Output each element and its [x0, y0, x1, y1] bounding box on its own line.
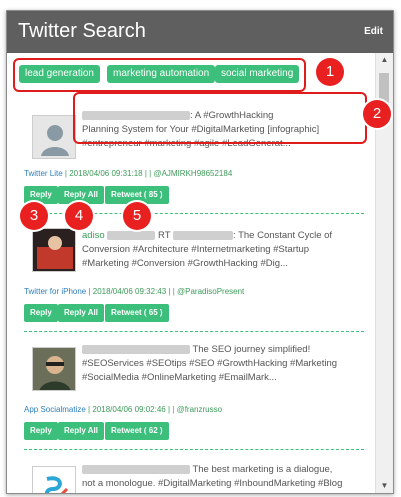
annotation-box-tags [13, 58, 306, 92]
divider [24, 331, 364, 332]
reply-all-button[interactable]: Reply All [58, 422, 104, 440]
reply-all-button[interactable]: Reply All [58, 304, 104, 322]
widget-title: Twitter Search [18, 20, 146, 42]
blurred-username [107, 230, 156, 240]
tweet-text: The SEO journey simplified! #SEOServices… [82, 344, 338, 383]
blurred-username [82, 344, 190, 354]
scroll-down-icon[interactable]: ▼ [376, 479, 393, 493]
annotation-badge-5: 5 [123, 202, 151, 230]
tweet-handle[interactable]: @ParadisoPresent [177, 287, 244, 296]
scroll-up-icon[interactable]: ▲ [376, 53, 393, 67]
tweet-meta: App Socialmatize | 2018/04/06 09:02:46 |… [24, 405, 223, 414]
avatar [32, 466, 76, 493]
divider [24, 449, 364, 450]
tweet-source[interactable]: App Socialmatize [24, 405, 86, 414]
avatar [32, 115, 76, 159]
retweet-button[interactable]: Retweet ( 65 ) [105, 304, 169, 322]
annotation-box-tweet-text [73, 92, 367, 144]
tweet-meta: Twitter for iPhone | 2018/04/06 09:32:43… [24, 287, 245, 296]
tweet-text: The best marketing is a dialogue, not a … [82, 464, 343, 489]
tweet-handle[interactable]: @AJMIRKH98652184 [153, 169, 232, 178]
annotation-badge-4: 4 [65, 202, 93, 230]
avatar [32, 228, 76, 272]
tweet-timestamp: 2018/04/06 09:31:18 [69, 169, 143, 178]
tweet-handle[interactable]: @franzrusso [177, 405, 222, 414]
reply-button[interactable]: Reply [24, 186, 58, 204]
default-user-icon [33, 116, 75, 158]
tweet-text: adiso RT : The Constant Cycle of Convers… [82, 230, 333, 269]
avatar [32, 347, 76, 391]
tweet-source[interactable]: Twitter for iPhone [24, 287, 86, 296]
annotation-badge-1: 1 [316, 58, 344, 86]
reply-button[interactable]: Reply [24, 304, 58, 322]
edit-link[interactable]: Edit [364, 26, 383, 37]
blurred-mention [172, 230, 233, 240]
profile-photo-icon [33, 348, 75, 390]
annotation-badge-3: 3 [20, 202, 48, 230]
tweet-source[interactable]: Twitter Lite [24, 169, 63, 178]
annotation-badge-2: 2 [363, 100, 391, 128]
retweet-button[interactable]: Retweet ( 62 ) [105, 422, 169, 440]
reply-button[interactable]: Reply [24, 422, 58, 440]
profile-photo-icon [33, 229, 75, 271]
company-logo-icon [33, 467, 75, 493]
blurred-username [82, 464, 190, 474]
tweet-meta: Twitter Lite | 2018/04/06 09:31:18 | | @… [24, 169, 233, 178]
tweet-timestamp: 2018/04/06 09:32:43 [92, 287, 167, 296]
title-bar: Twitter Search Edit [7, 11, 393, 53]
tweet-timestamp: 2018/04/06 09:02:46 [92, 405, 166, 414]
